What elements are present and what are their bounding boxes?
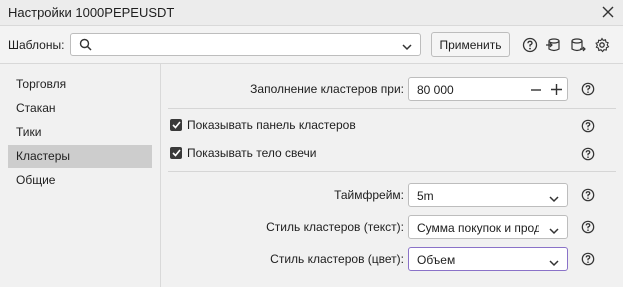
fill-label: Заполнение кластеров при: [250, 82, 404, 96]
templates-select[interactable] [70, 33, 421, 56]
sidebar-item-trading[interactable]: Торговля [8, 73, 152, 96]
show-cluster-panel-label[interactable]: Показывать панель кластеров [187, 118, 356, 132]
templates-toolbar: Шаблоны: Применить [0, 26, 623, 64]
gear-icon[interactable] [594, 37, 610, 53]
cluster-style-text-select[interactable]: Сумма покупок и продаж [408, 215, 568, 239]
fill-value: 80 000 [417, 83, 454, 97]
cluster-style-text-label: Стиль кластеров (текст): [266, 220, 404, 234]
increment-button[interactable] [546, 79, 566, 100]
cluster-style-color-select[interactable]: Объем [408, 247, 568, 271]
cluster-style-color-label: Стиль кластеров (цвет): [270, 252, 404, 266]
close-icon[interactable] [599, 3, 617, 21]
divider [168, 108, 616, 109]
help-icon[interactable] [581, 188, 595, 202]
sidebar-item-order-book[interactable]: Стакан [8, 97, 152, 120]
fill-stepper[interactable]: 80 000 [408, 77, 568, 101]
help-icon[interactable] [581, 220, 595, 234]
show-cluster-panel-checkbox[interactable] [170, 119, 182, 131]
timeframe-value: 5m [417, 189, 434, 203]
decrement-button[interactable] [526, 79, 546, 100]
show-candle-body-checkbox[interactable] [170, 147, 182, 159]
templates-label: Шаблоны: [8, 38, 65, 52]
help-icon[interactable] [581, 252, 595, 266]
search-icon [79, 38, 92, 54]
chevron-down-icon [402, 40, 412, 54]
timeframe-select[interactable]: 5m [408, 183, 568, 207]
chevron-down-icon [549, 256, 559, 270]
help-icon[interactable] [522, 37, 538, 53]
divider [168, 171, 616, 172]
import-template-icon[interactable] [545, 37, 561, 53]
sidebar-item-clusters[interactable]: Кластеры [8, 145, 152, 168]
window-title: Настройки 1000PEPEUSDT [8, 5, 175, 20]
help-icon[interactable] [581, 82, 595, 96]
sidebar-item-ticks[interactable]: Тики [8, 121, 152, 144]
cluster-style-text-value: Сумма покупок и продаж [417, 221, 539, 235]
help-icon[interactable] [581, 119, 595, 133]
apply-button[interactable]: Применить [431, 32, 510, 57]
help-icon[interactable] [581, 147, 595, 161]
chevron-down-icon [549, 192, 559, 206]
cluster-style-color-value: Объем [417, 253, 456, 267]
show-candle-body-label[interactable]: Показывать тело свечи [187, 146, 316, 160]
export-template-icon[interactable] [570, 37, 586, 53]
title-bar: Настройки 1000PEPEUSDT [0, 0, 623, 26]
sidebar-item-general[interactable]: Общие [8, 169, 152, 192]
sidebar: Торговля Стакан Тики Кластеры Общие [0, 64, 161, 287]
chevron-down-icon [549, 224, 559, 238]
timeframe-label: Таймфрейм: [334, 188, 404, 202]
